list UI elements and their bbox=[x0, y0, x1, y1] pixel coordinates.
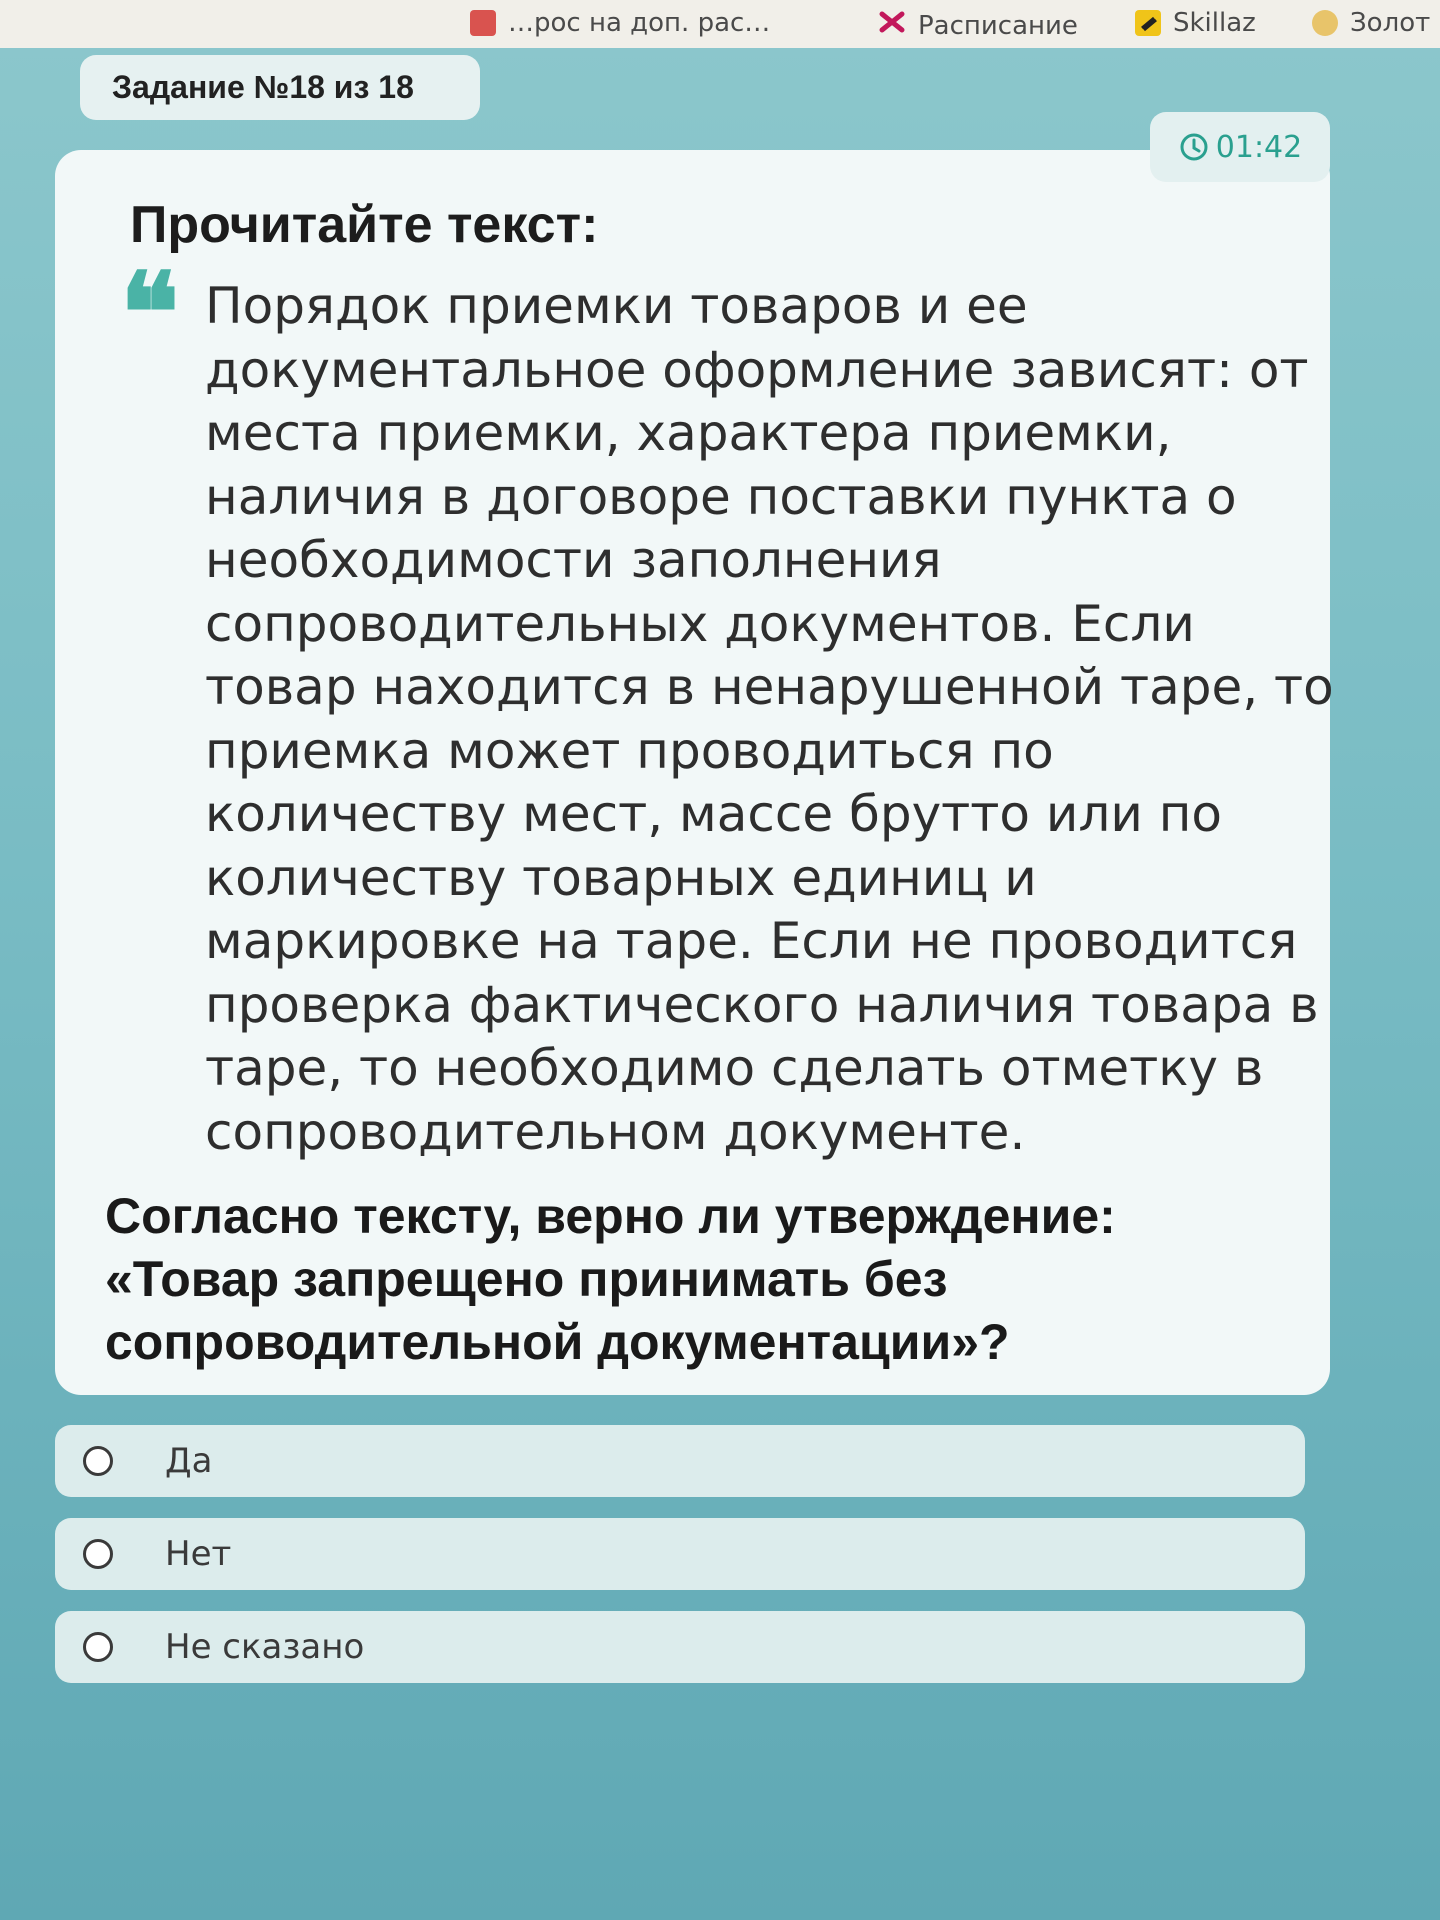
passage-line: сопроводительных документов. Если bbox=[205, 594, 1195, 653]
passage-line: таре, то необходимо сделать отметку в bbox=[205, 1039, 1264, 1097]
gold-icon bbox=[1312, 10, 1338, 36]
passage-line: количеству товарных единиц и bbox=[205, 848, 1037, 907]
passage-line: сопроводительном документе. bbox=[205, 1102, 1026, 1161]
answer-option-not-stated[interactable]: Не сказано bbox=[55, 1611, 1305, 1683]
bookmark-icon bbox=[470, 10, 496, 36]
passage-line: документальное оформление зависят: от bbox=[205, 340, 1309, 399]
bookmark-label-gold: Золот bbox=[1350, 8, 1431, 38]
bookmark-label-1: …рос на доп. рас… bbox=[508, 8, 771, 38]
passage-line: количеству мест, массе брутто или по bbox=[205, 785, 1223, 843]
skillaz-icon bbox=[1135, 10, 1161, 36]
passage-line: места приемки, характера приемки, bbox=[205, 404, 1172, 462]
passage-line: приемка может проводиться по bbox=[205, 721, 1054, 780]
radio-button[interactable] bbox=[83, 1446, 113, 1476]
reading-title: Прочитайте текст: bbox=[130, 196, 599, 254]
passage-line: Порядок приемки товаров и ее bbox=[205, 277, 1028, 335]
passage-line: необходимости заполнения bbox=[205, 531, 942, 589]
quote-icon: ❝ bbox=[120, 248, 180, 377]
bookmark-item-1[interactable]: …рос на доп. рас… bbox=[470, 8, 770, 38]
task-counter-text: Задание №18 из 18 bbox=[112, 69, 414, 105]
timer-value: 01:42 bbox=[1215, 129, 1303, 165]
bookmark-item-schedule[interactable]: Расписание bbox=[878, 8, 1078, 43]
bookmark-item-skillaz[interactable]: Skillaz bbox=[1135, 8, 1256, 38]
passage-line: товар находится в ненарушенной таре, то bbox=[205, 658, 1334, 716]
schedule-icon bbox=[878, 8, 906, 43]
passage-line: проверка фактического наличия товара в bbox=[205, 975, 1319, 1034]
answer-option-label: Да bbox=[165, 1441, 213, 1481]
question-line: «Товар запрещено принимать без bbox=[105, 1251, 948, 1307]
radio-button[interactable] bbox=[83, 1632, 113, 1662]
bookmark-label-schedule: Расписание bbox=[918, 10, 1078, 41]
answer-option-yes[interactable]: Да bbox=[55, 1425, 1305, 1497]
question-line: сопроводительной документации»? bbox=[105, 1314, 1010, 1370]
passage-line: наличия в договоре поставки пункта о bbox=[205, 467, 1237, 526]
timer: 01:42 bbox=[1150, 112, 1330, 182]
question-text: Согласно тексту, верно ли утверждение: «… bbox=[105, 1185, 1305, 1374]
question-line: Согласно тексту, верно ли утверждение: bbox=[105, 1188, 1116, 1244]
clock-icon bbox=[1178, 131, 1210, 163]
answer-option-no[interactable]: Нет bbox=[55, 1518, 1305, 1590]
bookmark-item-gold[interactable]: Золот bbox=[1312, 8, 1430, 38]
bookmarks-bar: …рос на доп. рас… Расписание Skillaz Зол… bbox=[0, 0, 1440, 48]
answer-option-label: Не сказано bbox=[165, 1627, 365, 1667]
reading-passage: Порядок приемки товаров и ее документаль… bbox=[205, 275, 1334, 1164]
radio-button[interactable] bbox=[83, 1539, 113, 1569]
answer-option-label: Нет bbox=[165, 1534, 232, 1574]
passage-line: маркировке на таре. Если не проводится bbox=[205, 912, 1298, 970]
bookmark-label-skillaz: Skillaz bbox=[1173, 8, 1256, 38]
task-counter: Задание №18 из 18 bbox=[80, 55, 480, 120]
